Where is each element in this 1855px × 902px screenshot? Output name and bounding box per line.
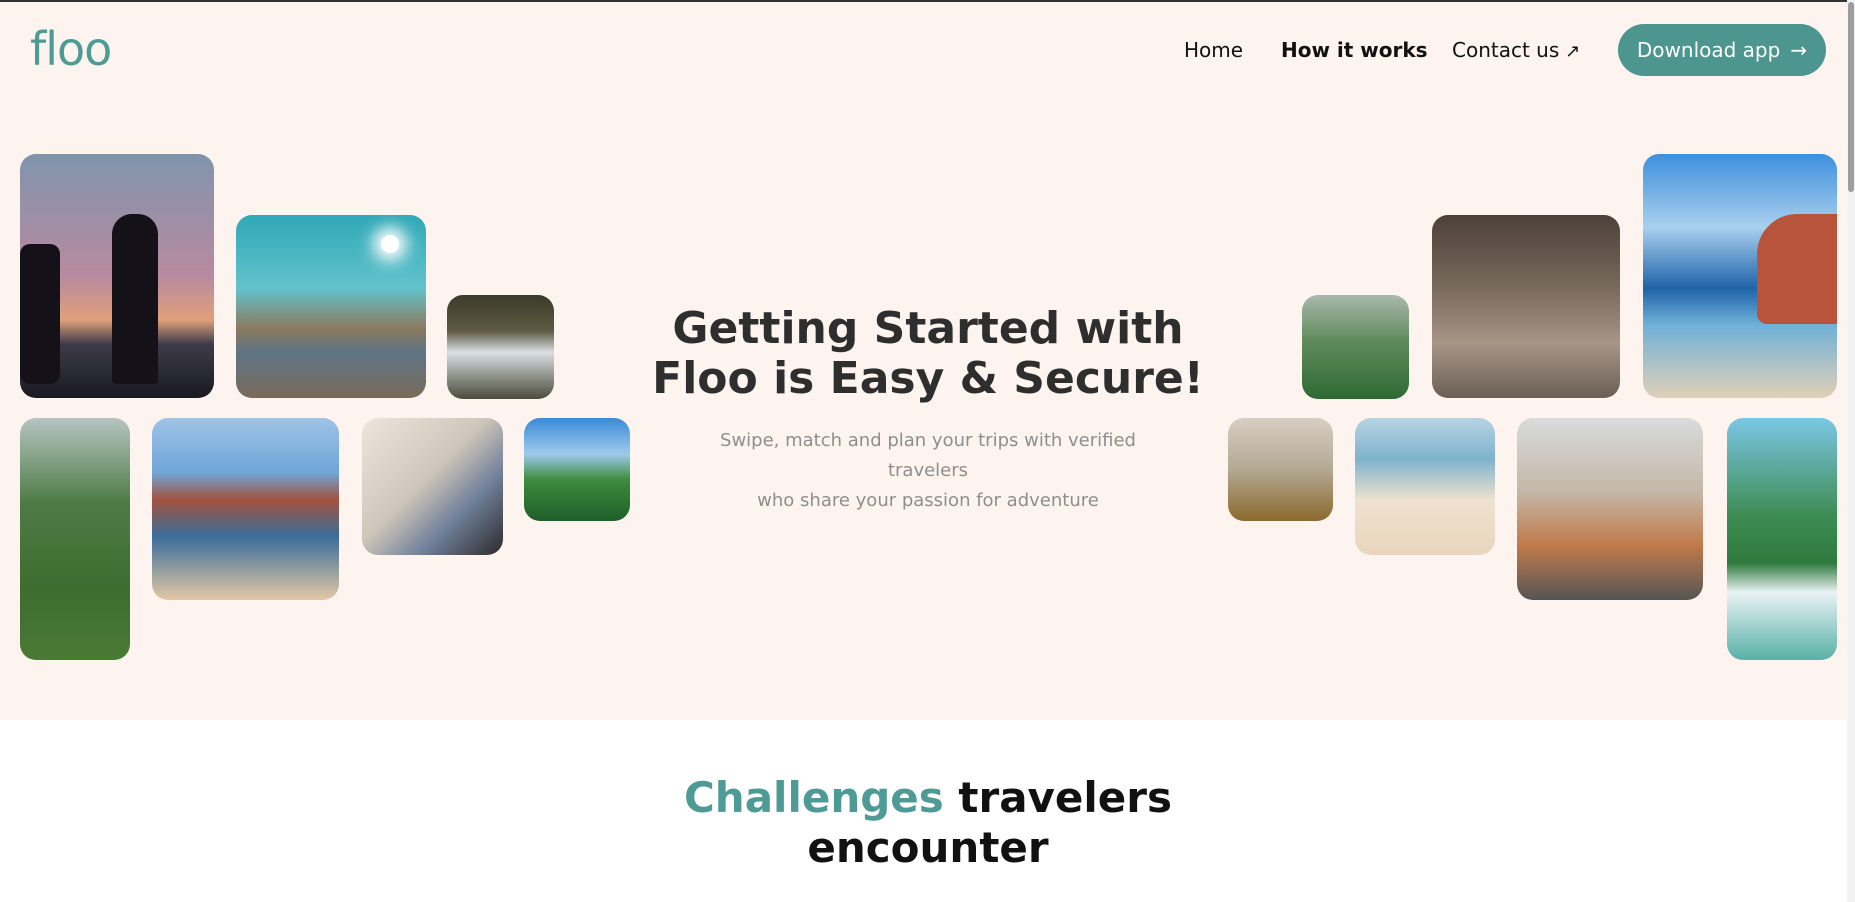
photo-friends-on-stairs	[1432, 215, 1620, 398]
photo-lake-boardwalk	[236, 215, 426, 398]
hero-section: floo Home How it works Contact us ↗ Downl…	[0, 2, 1855, 720]
photo-women-city-street	[1517, 418, 1703, 600]
photo-forest-stream	[447, 295, 554, 399]
hero-subtitle-line2: who share your passion for adventure	[757, 490, 1099, 511]
photo-friends-on-beach	[1355, 418, 1495, 555]
challenges-heading: Challenges travelers encounter	[600, 773, 1256, 873]
scrollbar-thumb[interactable]	[1848, 2, 1854, 192]
photo-karst-hills	[524, 418, 630, 521]
contact-label: Contact us	[1452, 38, 1560, 62]
floo-logo[interactable]: floo	[30, 22, 112, 76]
download-app-button[interactable]: Download app →	[1618, 24, 1826, 76]
photo-coastal-cliffs	[152, 418, 339, 600]
photo-beach-cliffs	[1643, 154, 1837, 398]
nav-contact-link[interactable]: Contact us ↗	[1452, 38, 1580, 62]
page-scrollbar[interactable]	[1847, 0, 1855, 902]
arrow-right-icon: →	[1790, 38, 1808, 62]
hero-subtitle-line1: Swipe, match and plan your trips with ve…	[720, 430, 1136, 481]
nav-home-link[interactable]: Home	[1184, 38, 1243, 62]
photo-friends-in-field	[1228, 418, 1333, 521]
photo-waterfall-landscape	[1727, 418, 1837, 660]
challenges-accent-word: Challenges	[683, 773, 944, 822]
hero-subtitle: Swipe, match and plan your trips with ve…	[700, 426, 1156, 516]
nav-how-it-works-link[interactable]: How it works	[1281, 38, 1428, 62]
download-app-label: Download app	[1636, 38, 1781, 62]
photo-hikers-high-five	[20, 154, 214, 398]
photo-misty-valley	[1302, 295, 1409, 399]
photo-couple-with-luggage	[362, 418, 503, 555]
arrow-up-right-icon: ↗	[1565, 41, 1581, 62]
photo-green-mountain	[20, 418, 130, 660]
hero-title: Getting Started with Floo is Easy & Secu…	[652, 303, 1204, 404]
